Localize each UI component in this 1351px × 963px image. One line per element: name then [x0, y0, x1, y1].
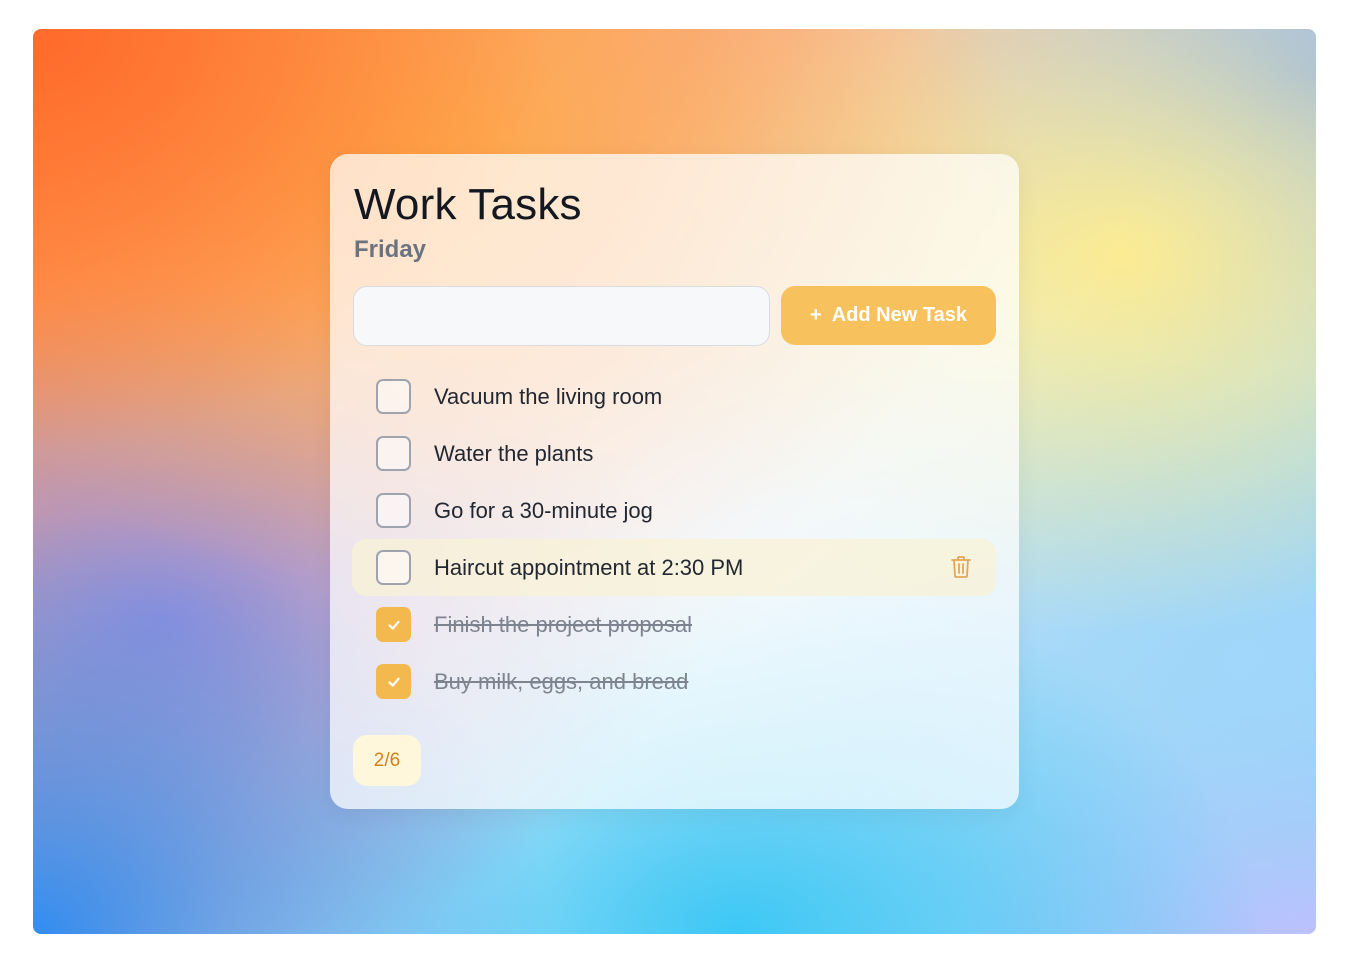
- add-new-task-button[interactable]: + Add New Task: [781, 286, 996, 345]
- task-checkbox[interactable]: [376, 493, 411, 528]
- task-checkbox-checked[interactable]: [376, 664, 411, 699]
- check-icon: [387, 677, 400, 687]
- new-task-input[interactable]: [353, 286, 770, 346]
- check-icon: [387, 620, 400, 630]
- add-new-task-label: Add New Task: [831, 304, 967, 326]
- task-label: Water the plants: [434, 440, 594, 466]
- progress-counter-badge: 2/6: [353, 735, 421, 786]
- task-item-hovered[interactable]: Haircut appointment at 2:30 PM: [352, 539, 996, 596]
- task-checkbox-checked[interactable]: [376, 607, 411, 642]
- task-checkbox[interactable]: [376, 550, 411, 585]
- task-label: Finish the project proposal: [434, 611, 693, 637]
- trash-icon[interactable]: [950, 555, 972, 579]
- page-title: Work Tasks: [354, 180, 582, 229]
- task-list: Vacuum the living room Water the plants …: [352, 368, 996, 710]
- task-item[interactable]: Water the plants: [352, 425, 996, 482]
- task-item[interactable]: Go for a 30-minute jog: [352, 482, 996, 539]
- task-item-completed[interactable]: Finish the project proposal: [352, 596, 996, 653]
- task-item-completed[interactable]: Buy milk, eggs, and bread: [352, 653, 996, 710]
- task-label: Go for a 30-minute jog: [434, 497, 653, 523]
- task-label: Haircut appointment at 2:30 PM: [434, 554, 744, 580]
- task-label: Buy milk, eggs, and bread: [434, 668, 689, 694]
- task-checkbox[interactable]: [376, 379, 411, 414]
- day-subtitle: Friday: [354, 236, 427, 263]
- todo-card: Work Tasks Friday + Add New Task Vacuum …: [330, 154, 1019, 809]
- plus-icon: +: [810, 304, 822, 326]
- task-label: Vacuum the living room: [434, 383, 663, 409]
- task-item[interactable]: Vacuum the living room: [352, 368, 996, 425]
- task-checkbox[interactable]: [376, 436, 411, 471]
